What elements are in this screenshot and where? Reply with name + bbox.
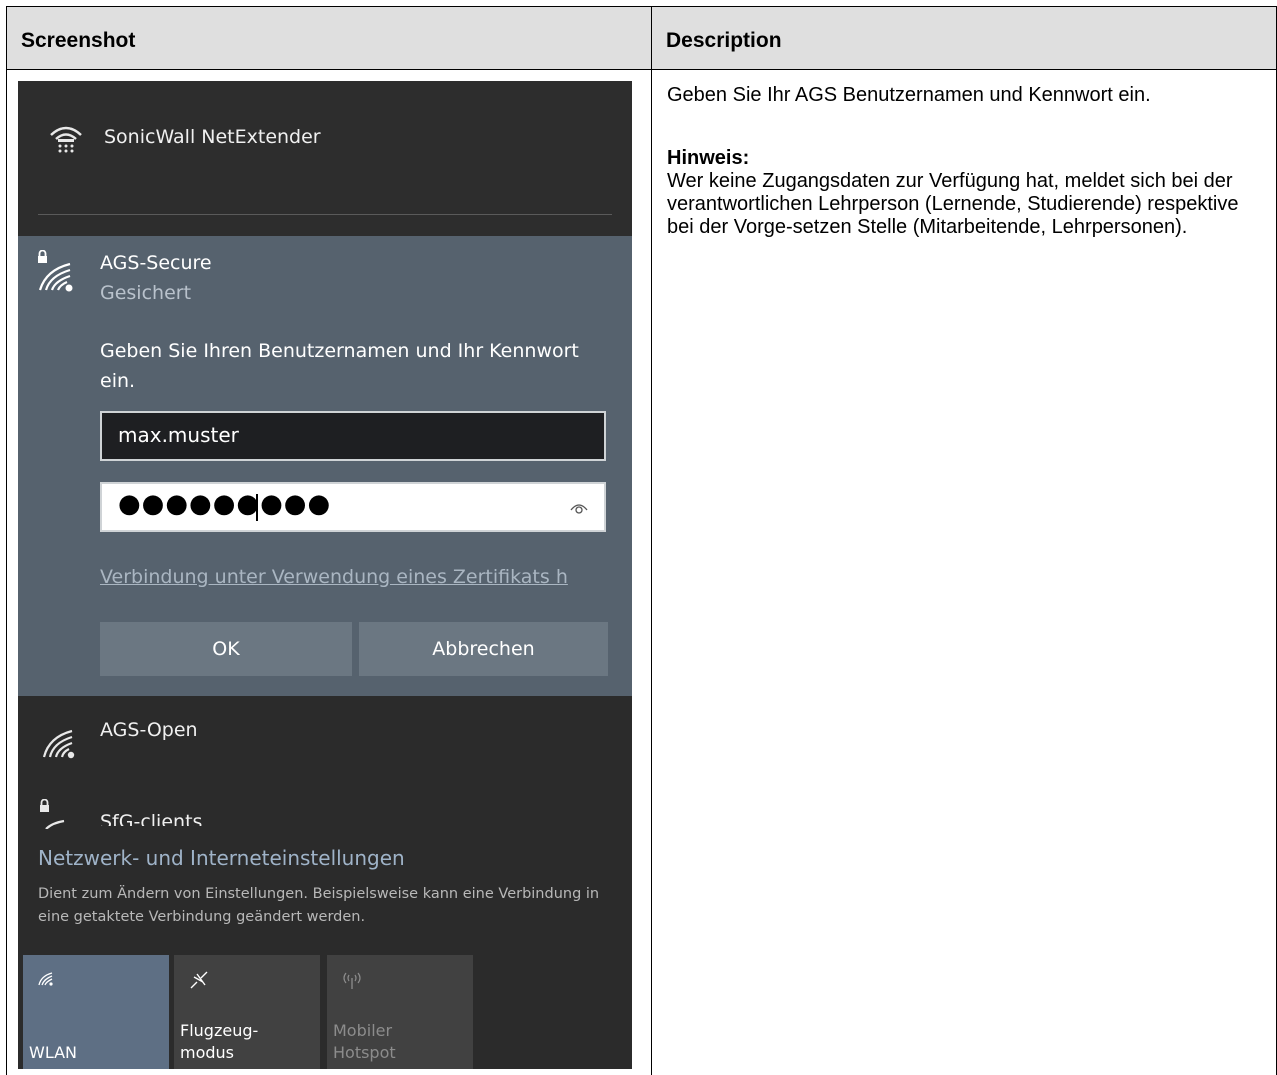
airplane-icon <box>188 969 210 995</box>
mobile-hotspot-tile[interactable]: Mobiler Hotspot <box>327 955 473 1069</box>
note-text: Wer keine Zugangsdaten zur Verfügung hat… <box>667 170 1239 238</box>
network-settings-description: Dient zum Ändern von Einstellungen. Beis… <box>38 886 600 925</box>
tile-label: Flugzeug- modus <box>180 1021 259 1062</box>
table-header-row <box>7 7 1277 69</box>
password-mask: ●●●●●●●●● <box>118 489 332 519</box>
username-input[interactable]: max.muster <box>100 411 606 461</box>
note-title: Hinweis: <box>667 147 750 169</box>
network-item-ags-secure[interactable]: AGS-Secure Gesichert Geben Sie Ihren Ben… <box>18 236 632 696</box>
tile-label: Mobiler Hotspot <box>333 1021 396 1062</box>
wifi-secured-icon <box>34 249 80 300</box>
credentials-prompt: Geben Sie Ihren Benutzernamen und Ihr Ke… <box>100 340 579 392</box>
description-cell: Geben Sie Ihr AGS Benutzernamen und Kenn… <box>667 84 1267 239</box>
ok-button[interactable]: OK <box>100 622 352 676</box>
wlan-toggle-tile[interactable]: WLAN <box>23 955 169 1069</box>
description-intro: Geben Sie Ihr AGS Benutzernamen und Kenn… <box>667 84 1151 106</box>
password-input[interactable]: ●●●●●●●●● <box>100 482 606 532</box>
reveal-password-icon[interactable] <box>570 500 588 519</box>
network-item-sfg-clients[interactable]: SfG-clients <box>100 811 202 826</box>
tile-label: WLAN <box>29 1043 78 1062</box>
wifi-icon <box>40 721 80 765</box>
network-flyout: SonicWall NetExtender AGS-Secure Gesiche… <box>18 81 632 1069</box>
separator <box>38 214 612 215</box>
network-status: Gesichert <box>100 282 192 304</box>
airplane-mode-tile[interactable]: Flugzeug- modus <box>174 955 320 1069</box>
hotspot-icon <box>341 969 363 995</box>
table-border-left <box>6 6 7 1075</box>
wifi-secured-icon <box>36 798 76 833</box>
network-item-ags-open[interactable]: AGS-Open <box>100 719 198 741</box>
table-header-divider <box>6 69 1277 70</box>
wifi-icon <box>37 969 55 991</box>
table-column-divider <box>651 6 652 1075</box>
cancel-button[interactable]: Abbrechen <box>359 622 608 676</box>
vpn-icon <box>48 119 84 159</box>
network-name: AGS-Secure <box>100 252 212 274</box>
certificate-connect-link[interactable]: Verbindung unter Verwendung eines Zertif… <box>100 566 610 588</box>
text-cursor <box>256 494 258 521</box>
header-description: Description <box>666 29 782 52</box>
table-border-top <box>6 6 1277 7</box>
header-screenshot: Screenshot <box>21 29 136 52</box>
vpn-name: SonicWall NetExtender <box>104 126 321 148</box>
network-settings-link[interactable]: Netzwerk- und Interneteinstellungen <box>38 846 405 870</box>
vpn-item[interactable]: SonicWall NetExtender <box>18 81 632 236</box>
